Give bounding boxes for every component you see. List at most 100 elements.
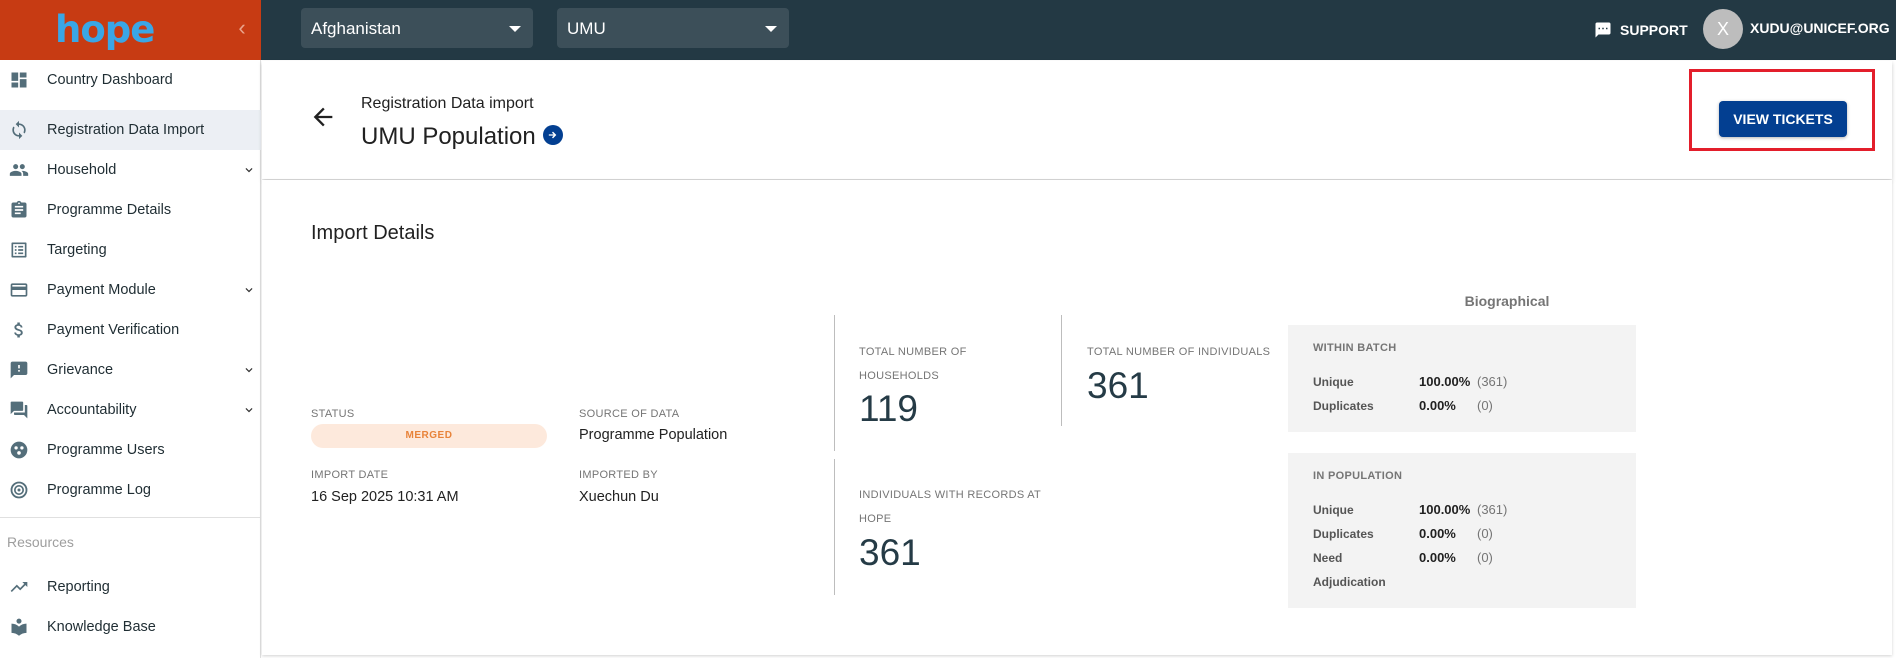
sidebar-item-targeting[interactable]: Targeting [0,230,261,270]
need-adjudication-percent: 0.00% [1419,550,1456,565]
unique-label: Unique [1313,375,1354,389]
country-select[interactable]: Afghanistan [301,8,533,48]
duplicates-label: Duplicates [1313,527,1374,541]
sidebar-item-knowledge-base[interactable]: Knowledge Base [0,607,261,647]
status-badge: MERGED [311,424,547,448]
import-date-label: IMPORT DATE [311,469,389,481]
divider [1061,315,1062,426]
records-label: INDIVIDUALS WITH RECORDS AT [859,489,1042,501]
records-label: HOPE [859,513,892,525]
clipboard-icon [8,199,30,221]
view-tickets-button[interactable]: VIEW TICKETS [1719,101,1847,137]
sidebar-item-programme-details[interactable]: Programme Details [0,190,261,230]
sidebar-item-label: Reporting [47,579,110,595]
book-icon [8,616,30,638]
arrow-back-icon[interactable] [309,103,337,131]
chevron-down-icon[interactable] [242,403,256,417]
avatar[interactable]: X [1703,9,1743,49]
households-count: 119 [859,388,918,429]
unique-percent: 100.00% [1419,502,1471,517]
support-label: SUPPORT [1620,22,1688,38]
import-date-value: 16 Sep 2025 10:31 AM [311,489,459,505]
users-circle-icon [8,439,30,461]
sidebar-item-label: Accountability [47,402,137,418]
sidebar-item-label: Knowledge Base [47,619,156,635]
resources-label: Resources [7,534,74,550]
collapse-sidebar-icon[interactable]: ‹ [233,16,251,40]
section-title: Import Details [311,222,435,244]
chevron-down-icon[interactable] [242,363,256,377]
breadcrumb[interactable]: Registration Data import [361,95,534,113]
sidebar-item-programme-users[interactable]: Programme Users [0,430,261,470]
biographical-title: Biographical [1464,293,1550,309]
logo-area: hope ‹ [0,0,261,60]
dashboard-icon [8,69,30,91]
sidebar-item-label: Payment Module [47,282,156,298]
page-title: UMU Population [361,123,536,150]
support-button[interactable]: SUPPORT [1594,18,1688,42]
within-batch-box: WITHIN BATCH Unique 100.00% (361) Duplic… [1288,325,1636,432]
individuals-count: 361 [1087,365,1149,406]
source-label: SOURCE OF DATA [579,408,680,420]
sidebar-item-label: Registration Data Import [47,122,205,138]
page-header: Registration Data import UMU Population … [262,61,1892,179]
sidebar-item-registration-data-import[interactable]: Registration Data Import [0,110,261,150]
sidebar-item-label: Grievance [47,362,114,378]
duplicates-percent: 0.00% [1419,398,1456,413]
sidebar-item-label: Country Dashboard [47,72,173,88]
need-adjudication-label: Adjudication [1313,575,1386,589]
programme-select[interactable]: UMU [557,8,789,48]
sidebar-item-payment-verification[interactable]: Payment Verification [0,310,261,350]
import-details-card: Import Details STATUS MERGED SOURCE OF D… [262,180,1892,655]
top-bar: hope ‹ Afghanistan UMU SUPPORT X XUDU@UN… [0,0,1896,60]
need-adjudication-label: Need [1313,551,1343,565]
duplicates-label: Duplicates [1313,399,1374,413]
sidebar-item-payment-module[interactable]: Payment Module [0,270,261,310]
source-value: Programme Population [579,427,728,443]
sync-icon [8,119,30,141]
user-email[interactable]: XUDU@UNICEF.ORG [1750,20,1890,36]
dollar-icon [8,319,30,341]
caret-down-icon [765,26,777,32]
programme-select-value: UMU [567,19,606,38]
unique-count: (361) [1477,502,1508,517]
sidebar-item-programme-log[interactable]: Programme Log [0,470,261,510]
in-population-box: IN POPULATION Unique 100.00% (361) Dupli… [1288,453,1636,608]
within-batch-heading: WITHIN BATCH [1313,342,1397,354]
sidebar-item-label: Programme Users [47,442,165,458]
households-label: HOUSEHOLDS [859,370,940,382]
records-count: 361 [859,532,921,573]
sidebar-item-reporting[interactable]: Reporting [0,567,261,607]
sidebar-item-grievance[interactable]: Grievance [0,350,261,390]
duplicates-percent: 0.00% [1419,526,1456,541]
unique-percent: 100.00% [1419,374,1471,389]
duplicates-count: (0) [1477,398,1493,413]
chevron-down-icon[interactable] [242,163,256,177]
sidebar-item-label: Targeting [47,242,107,258]
sidebar: Country Dashboard Registration Data Impo… [0,60,261,658]
credit-card-icon [8,279,30,301]
duplicates-count: (0) [1477,526,1493,541]
trending-up-icon [8,576,30,598]
in-population-heading: IN POPULATION [1313,470,1403,482]
chevron-down-icon[interactable] [242,283,256,297]
individuals-label: TOTAL NUMBER OF INDIVIDUALS [1087,346,1271,358]
sidebar-item-label: Household [47,162,117,178]
sidebar-divider [0,517,261,518]
hope-logo[interactable]: hope [55,8,155,51]
chat-icon [1595,22,1611,38]
sidebar-item-label: Payment Verification [47,322,180,338]
sidebar-item-label: Programme Log [47,482,151,498]
sidebar-item-household[interactable]: Household [0,150,261,190]
divider [834,315,835,451]
list-icon [8,239,30,261]
caret-down-icon [509,26,521,32]
feedback-icon [8,359,30,381]
sidebar-item-accountability[interactable]: Accountability [0,390,261,430]
sidebar-item-label: Programme Details [47,202,172,218]
sidebar-item-country-dashboard[interactable]: Country Dashboard [0,60,261,100]
unique-count: (361) [1477,374,1508,389]
unique-label: Unique [1313,503,1354,517]
imported-by-value: Xuechun Du [579,489,659,505]
arrow-circle-right-icon[interactable] [543,125,563,145]
